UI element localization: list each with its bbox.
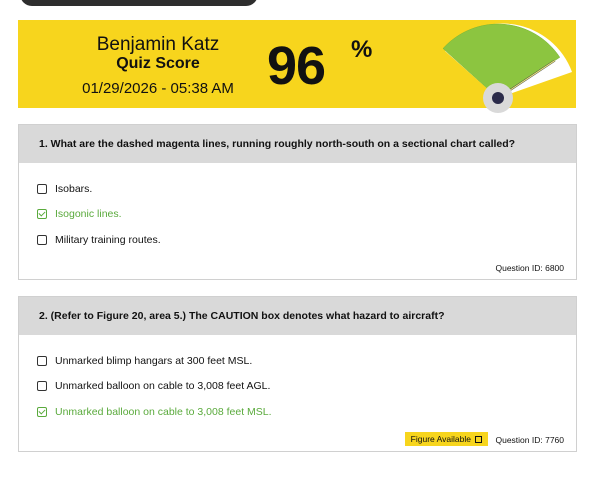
answer-text: Unmarked balloon on cable to 3,008 feet …: [55, 405, 272, 418]
quiz-datetime: 01/29/2026 - 05:38 AM: [82, 80, 234, 97]
quiz-score-label: Quiz Score: [116, 55, 200, 72]
answer-list: Unmarked blimp hangars at 300 feet MSL. …: [19, 335, 576, 425]
answer-text: Isogonic lines.: [55, 208, 122, 221]
answer-option-correct[interactable]: Isogonic lines.: [19, 202, 576, 228]
question-card-1: 1. What are the dashed magenta lines, ru…: [18, 124, 577, 280]
figure-available-button[interactable]: Figure Available: [404, 432, 488, 446]
checkbox-icon[interactable]: [37, 355, 47, 366]
student-name: Benjamin Katz: [96, 34, 220, 55]
question-text: 1. What are the dashed magenta lines, ru…: [19, 125, 576, 163]
question-id: Question ID: 6800: [495, 263, 564, 273]
question-card-2: 2. (Refer to Figure 20, area 5.) The CAU…: [18, 296, 577, 452]
answer-text: Unmarked balloon on cable to 3,008 feet …: [55, 380, 271, 393]
checked-checkbox-icon[interactable]: [37, 209, 47, 220]
answer-text: Military training routes.: [55, 233, 161, 246]
answer-option[interactable]: Isobars.: [19, 176, 576, 202]
checkbox-icon[interactable]: [37, 381, 47, 392]
figure-available-label: Figure Available: [410, 434, 471, 444]
score-value: 96: [267, 36, 326, 96]
answer-text: Unmarked blimp hangars at 300 feet MSL.: [55, 354, 253, 367]
question-id: Question ID: 7760: [495, 435, 564, 445]
checkbox-icon[interactable]: [37, 234, 47, 245]
top-image-edge: [20, 0, 258, 6]
answer-option-correct[interactable]: Unmarked balloon on cable to 3,008 feet …: [19, 399, 576, 425]
question-text: 2. (Refer to Figure 20, area 5.) The CAU…: [19, 297, 576, 335]
answer-option[interactable]: Unmarked balloon on cable to 3,008 feet …: [19, 374, 576, 400]
answer-text: Isobars.: [55, 182, 93, 195]
answer-option[interactable]: Military training routes.: [19, 227, 576, 253]
external-link-icon: [475, 435, 482, 443]
gauge-hub: [492, 92, 504, 104]
percent-sign: %: [351, 36, 373, 63]
score-banner: Benjamin Katz Quiz Score 01/29/2026 - 05…: [18, 20, 576, 113]
checkbox-icon[interactable]: [37, 183, 47, 194]
score-gauge: [442, 23, 572, 113]
answer-list: Isobars. Isogonic lines. Military traini…: [19, 163, 576, 253]
checked-checkbox-icon[interactable]: [37, 406, 47, 417]
answer-option[interactable]: Unmarked blimp hangars at 300 feet MSL.: [19, 348, 576, 374]
